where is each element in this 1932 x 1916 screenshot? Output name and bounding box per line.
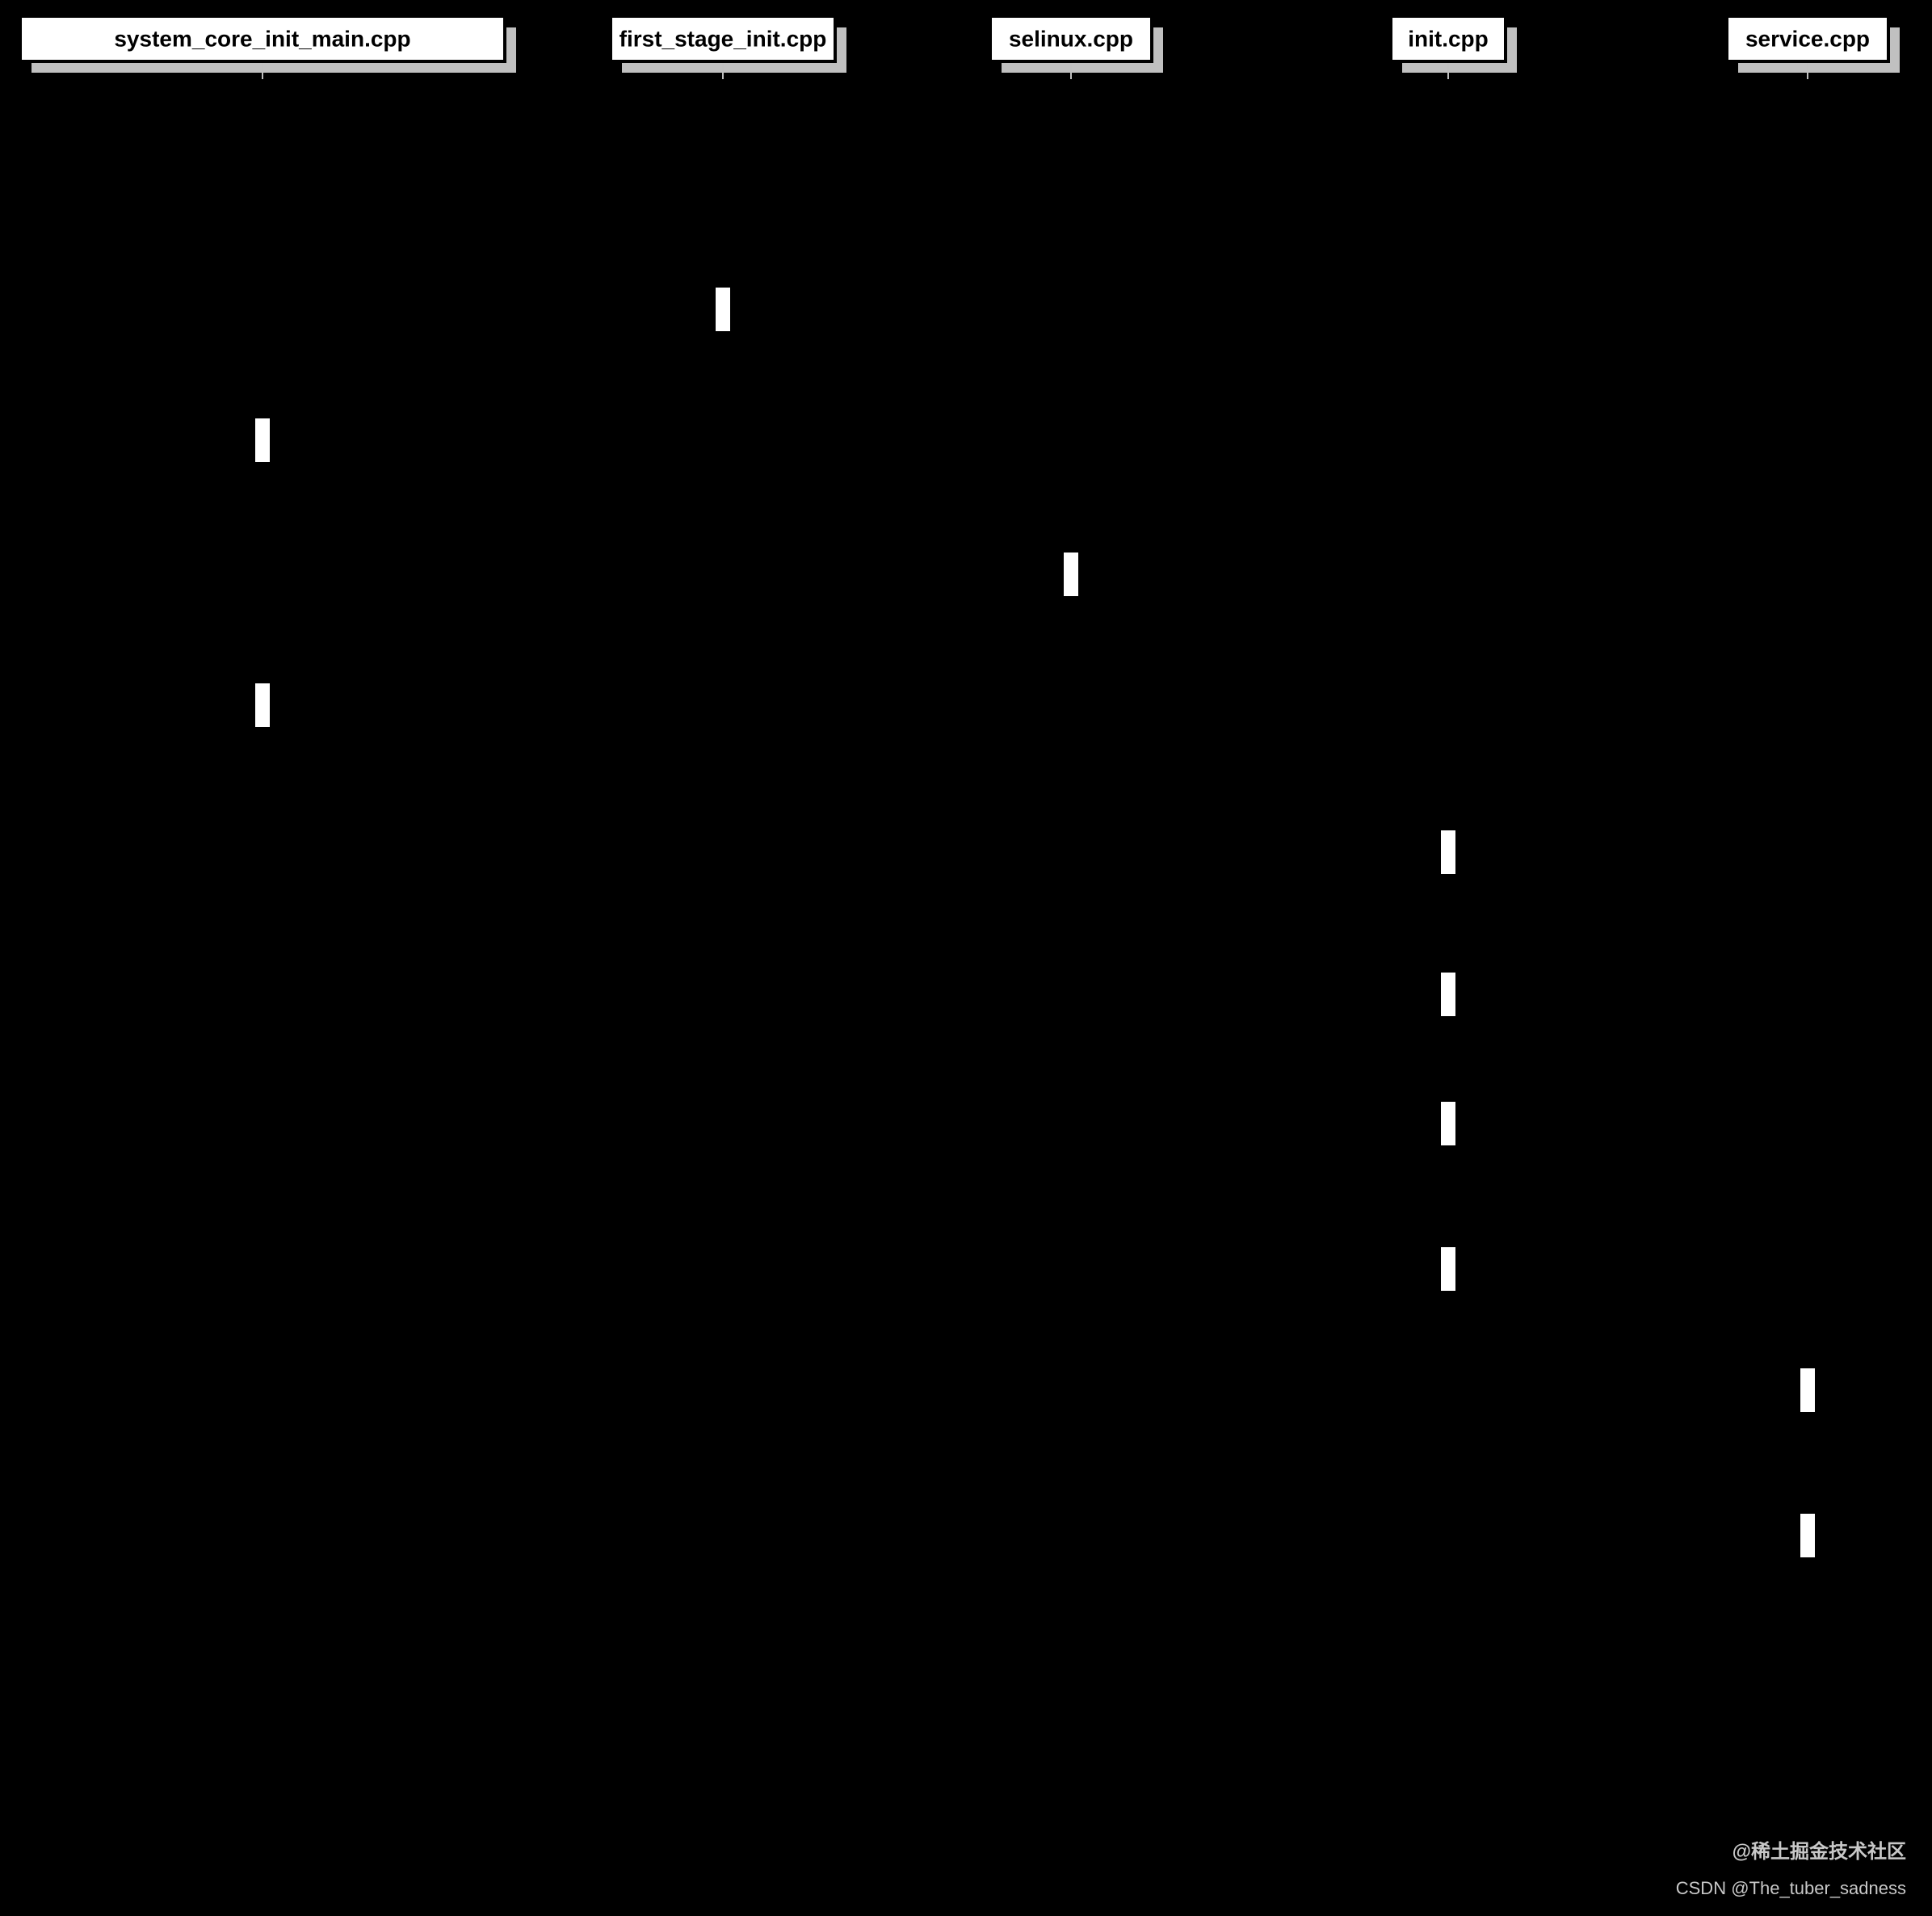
watermark-line-1: @稀土掘金技术社区 <box>1732 1840 1906 1863</box>
activation-2 <box>1063 552 1079 597</box>
activation-6 <box>1440 1101 1456 1146</box>
activation-5 <box>1440 972 1456 1017</box>
p5-label: service.cpp <box>1745 26 1870 51</box>
p1-label: system_core_init_main.cpp <box>114 26 410 51</box>
activation-9 <box>1800 1513 1816 1558</box>
diagram-body <box>0 90 1932 1729</box>
activation-0 <box>715 287 731 332</box>
p4-label: init.cpp <box>1408 26 1489 51</box>
activation-4 <box>1440 830 1456 875</box>
activation-7 <box>1440 1246 1456 1292</box>
activation-8 <box>1800 1368 1816 1413</box>
p3-label: selinux.cpp <box>1009 26 1133 51</box>
p2-label: first_stage_init.cpp <box>620 26 827 51</box>
watermark-line-2: CSDN @The_tuber_sadness <box>1676 1878 1906 1898</box>
activation-3 <box>254 683 271 728</box>
activation-1 <box>254 418 271 463</box>
